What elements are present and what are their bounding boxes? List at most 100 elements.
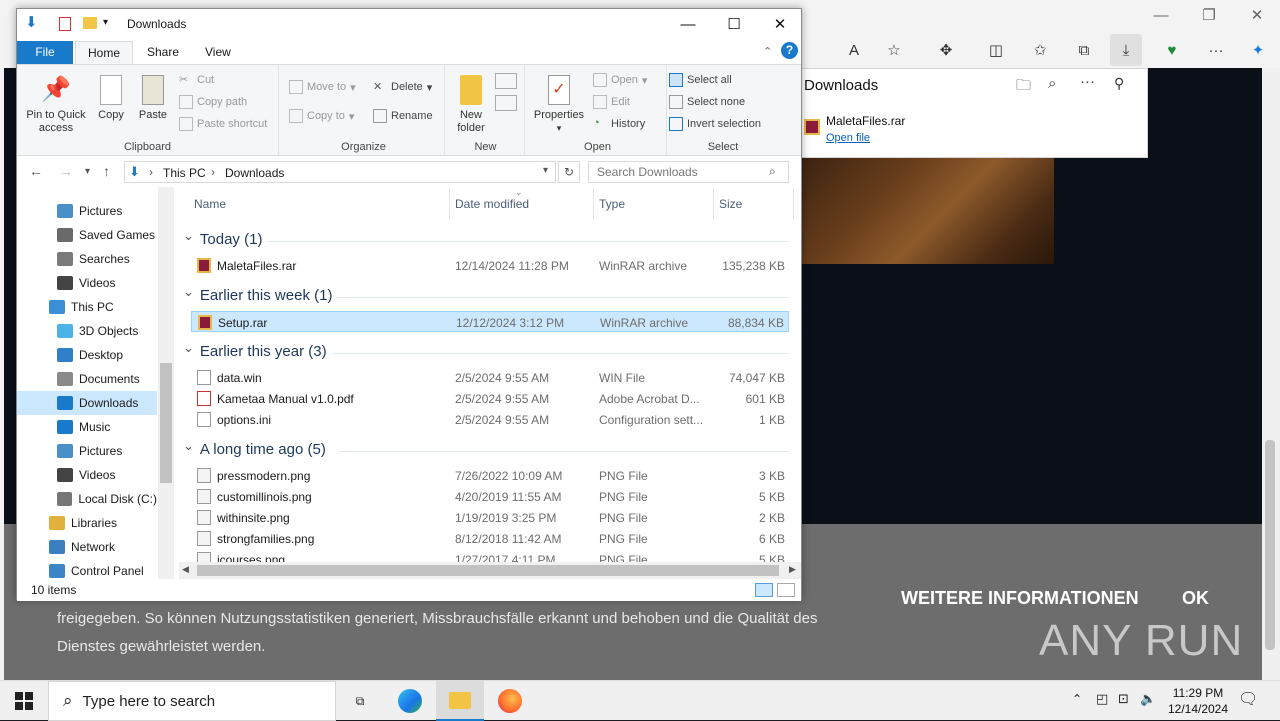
properties-button[interactable]: ✓ Properties ▾ bbox=[531, 75, 587, 135]
details-view-icon[interactable] bbox=[755, 583, 773, 597]
collapse-chevron-icon[interactable]: ⌄ bbox=[183, 438, 194, 454]
group-header[interactable]: ⌄ Today (1) bbox=[183, 228, 262, 249]
nav-item-videos[interactable]: Videos bbox=[17, 271, 157, 295]
open-file-link[interactable]: Open file bbox=[826, 132, 870, 144]
collections-icon[interactable]: ⧉ bbox=[1068, 34, 1100, 66]
nav-item-this-pc[interactable]: This PC bbox=[17, 295, 157, 319]
new-folder-button[interactable]: New folder bbox=[451, 75, 491, 135]
volume-icon[interactable]: 🔈 bbox=[1140, 691, 1156, 707]
breadcrumb-downloads[interactable]: Downloads bbox=[225, 166, 284, 180]
collapse-ribbon-icon[interactable]: ⌃ bbox=[763, 45, 772, 58]
move-to-button[interactable]: Move to ▾ bbox=[289, 80, 356, 94]
read-aloud-icon[interactable]: A bbox=[838, 34, 870, 66]
nav-item-downloads[interactable]: Downloads bbox=[17, 391, 157, 415]
group-header[interactable]: ⌄ Earlier this year (3) bbox=[183, 340, 327, 361]
open-folder-icon[interactable]: 🗀 bbox=[1016, 75, 1031, 100]
copy-path-button[interactable]: Copy path bbox=[179, 95, 247, 109]
column-size[interactable]: Size bbox=[719, 197, 742, 211]
rename-button[interactable]: Rename bbox=[373, 109, 433, 123]
large-icons-view-icon[interactable] bbox=[777, 583, 795, 597]
nav-item-videos[interactable]: Videos bbox=[17, 463, 157, 487]
tray-app-icon[interactable]: ◰ bbox=[1096, 691, 1108, 707]
tab-share[interactable]: Share bbox=[135, 41, 191, 64]
paste-button[interactable]: Paste bbox=[135, 75, 171, 122]
taskbar-search-box[interactable]: ⌕ Type here to search bbox=[48, 681, 336, 721]
collapse-chevron-icon[interactable]: ⌄ bbox=[183, 340, 194, 356]
refresh-icon[interactable]: ↻ bbox=[558, 161, 580, 183]
search-input[interactable]: Search Downloads bbox=[588, 161, 789, 183]
collapse-chevron-icon[interactable]: ⌄ bbox=[183, 228, 194, 244]
edit-button[interactable]: Edit bbox=[593, 95, 630, 109]
nav-item-pictures[interactable]: Pictures bbox=[17, 199, 157, 223]
firefox-icon[interactable] bbox=[486, 681, 534, 721]
tab-view[interactable]: View bbox=[193, 41, 243, 64]
open-button[interactable]: Open ▾ bbox=[593, 73, 647, 87]
nav-item-network[interactable]: Network bbox=[17, 535, 157, 559]
column-name[interactable]: Name bbox=[194, 197, 226, 211]
split-screen-icon[interactable]: ◫ bbox=[980, 34, 1012, 66]
forward-icon[interactable]: → bbox=[59, 163, 73, 179]
cut-button[interactable]: ✂ Cut bbox=[179, 73, 214, 87]
file-row[interactable]: data.win 2/5/2024 9:55 AM WIN File 74,047 K… bbox=[191, 367, 789, 388]
new-folder-quick-icon[interactable] bbox=[83, 17, 97, 29]
nav-item-3d-objects[interactable]: 3D Objects bbox=[17, 319, 157, 343]
quick-access-down-icon[interactable]: ⬇ bbox=[25, 15, 41, 31]
network-icon[interactable]: ⊡ bbox=[1118, 691, 1129, 707]
downloads-icon[interactable]: ⤓ bbox=[1110, 34, 1142, 66]
help-icon[interactable]: ? bbox=[781, 42, 798, 59]
easy-access-icon[interactable] bbox=[495, 95, 517, 111]
nav-scroll-thumb[interactable] bbox=[160, 363, 172, 483]
nav-item-pictures[interactable]: Pictures bbox=[17, 439, 157, 463]
delete-button[interactable]: ✕ Delete ▾ bbox=[373, 80, 432, 94]
file-row[interactable]: Kametaa Manual v1.0.pdf 2/5/2024 9:55 AM A… bbox=[191, 388, 789, 409]
tray-chevron-icon[interactable]: ⌃ bbox=[1072, 692, 1082, 706]
tab-file[interactable]: File bbox=[17, 41, 73, 64]
column-date-modified[interactable]: Date modified bbox=[455, 197, 529, 211]
group-header[interactable]: ⌄ Earlier this week (1) bbox=[183, 284, 332, 305]
nav-item-documents[interactable]: Documents bbox=[17, 367, 157, 391]
copy-button[interactable]: Copy bbox=[93, 75, 129, 122]
breadcrumb-this-pc[interactable]: This PC bbox=[163, 166, 206, 180]
address-bar[interactable]: ⬇ › This PC › Downloads ▾ bbox=[124, 161, 556, 183]
clock[interactable]: 11:29 PM 12/14/2024 bbox=[1160, 685, 1236, 717]
nav-item-libraries[interactable]: Libraries bbox=[17, 511, 157, 535]
file-row[interactable]: MaletaFiles.rar 12/14/2024 11:28 PM WinRAR… bbox=[191, 255, 789, 276]
file-row[interactable]: Setup.rar 12/12/2024 3:12 PM WinRAR archiv… bbox=[191, 311, 789, 332]
horizontal-scroll-thumb[interactable] bbox=[197, 565, 779, 576]
group-header[interactable]: ⌄ A long time ago (5) bbox=[183, 438, 326, 459]
favorites-icon[interactable]: ✩ bbox=[1024, 34, 1056, 66]
task-view-icon[interactable]: ⧉ bbox=[336, 681, 384, 721]
close-button[interactable]: ✕ bbox=[757, 9, 803, 39]
favorite-star-icon[interactable]: ☆ bbox=[878, 34, 910, 66]
nav-item-music[interactable]: Music bbox=[17, 415, 157, 439]
back-icon[interactable]: ← bbox=[29, 163, 43, 179]
more-options-icon[interactable]: ··· bbox=[1080, 73, 1095, 90]
more-icon[interactable]: ··· bbox=[1200, 34, 1232, 66]
invert-selection-button[interactable]: Invert selection bbox=[669, 117, 761, 131]
select-none-button[interactable]: Select none bbox=[669, 95, 745, 109]
minimize-button[interactable]: — bbox=[665, 9, 711, 39]
select-all-button[interactable]: Select all bbox=[669, 73, 732, 87]
file-row[interactable]: pressmodern.png 7/26/2022 10:09 AM PNG Fil… bbox=[191, 465, 789, 486]
extensions-icon[interactable]: ✥ bbox=[930, 34, 962, 66]
up-icon[interactable]: ↑ bbox=[103, 163, 110, 179]
collapse-chevron-icon[interactable]: ⌄ bbox=[183, 284, 194, 300]
nav-item-searches[interactable]: Searches bbox=[17, 247, 157, 271]
maximize-button[interactable]: ☐ bbox=[711, 9, 757, 39]
notifications-icon[interactable]: 🗨 bbox=[1238, 689, 1258, 709]
tab-home[interactable]: Home bbox=[75, 41, 134, 64]
column-type[interactable]: Type bbox=[599, 197, 625, 211]
nav-item-desktop[interactable]: Desktop bbox=[17, 343, 157, 367]
customize-toolbar-icon[interactable]: ▾ bbox=[103, 17, 108, 28]
new-item-icon[interactable] bbox=[495, 73, 517, 89]
copy-to-button[interactable]: Copy to ▾ bbox=[289, 109, 354, 123]
nav-item-local-disk-c[interactable]: Local Disk (C:) bbox=[17, 487, 157, 511]
browser-minimize-button[interactable]: — bbox=[1138, 0, 1184, 30]
pin-icon[interactable]: ⚲ bbox=[1114, 75, 1124, 92]
address-dropdown-icon[interactable]: ▾ bbox=[543, 165, 548, 176]
ok-button[interactable]: OK bbox=[1182, 588, 1209, 609]
more-info-button[interactable]: WEITERE INFORMATIONEN bbox=[901, 588, 1139, 609]
file-row[interactable]: options.ini 2/5/2024 9:55 AM Configuration… bbox=[191, 409, 789, 430]
file-explorer-taskbar-icon[interactable] bbox=[436, 681, 484, 721]
browser-essentials-icon[interactable]: ♥ bbox=[1156, 34, 1188, 66]
